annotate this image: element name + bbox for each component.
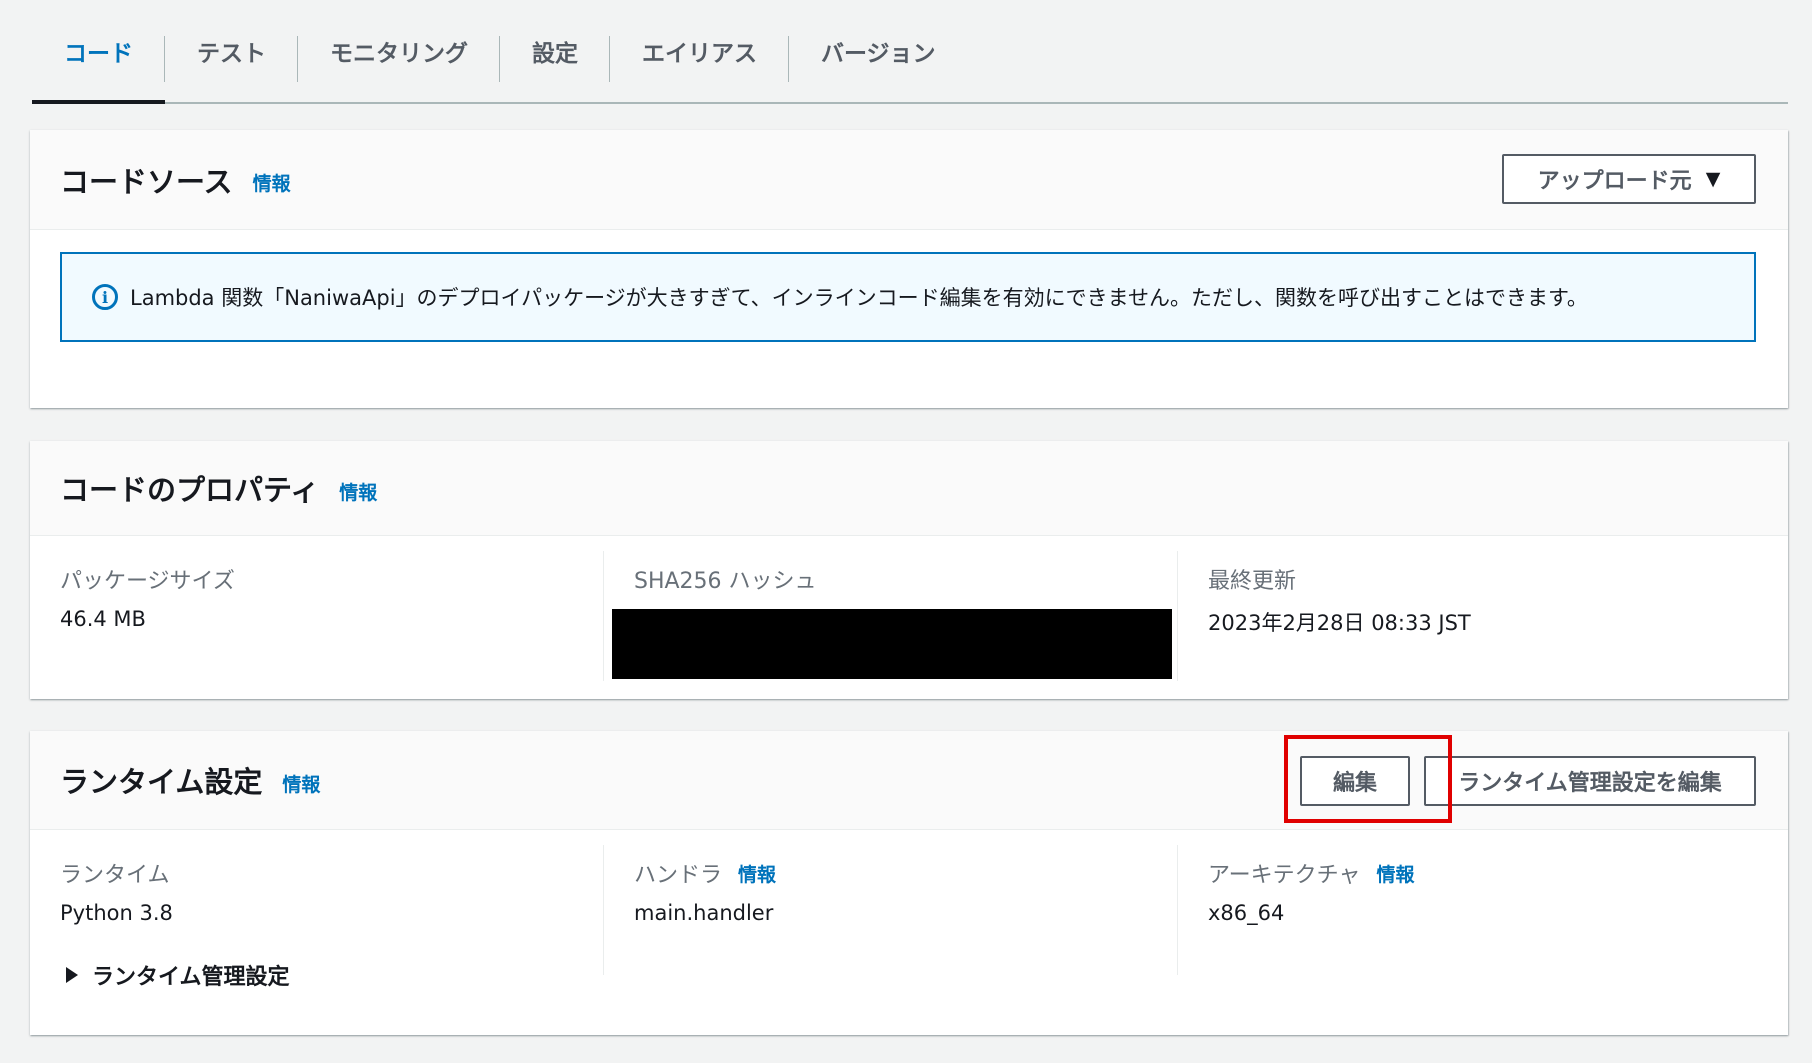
runtime-management-expander[interactable]: ランタイム管理設定 xyxy=(66,959,290,991)
package-size-label: パッケージサイズ xyxy=(60,569,235,594)
code-properties-panel: コードのプロパティ 情報 パッケージサイズ 46.4 MB SHA256 ハッシ… xyxy=(30,441,1788,699)
alert-message: Lambda 関数「NaniwaApi」のデプロイパッケージが大きすぎて、インラ… xyxy=(130,286,1588,310)
runtime-settings-header: ランタイム設定 情報 編集 ランタイム管理設定を編集 xyxy=(30,731,1788,830)
tab-label: 設定 xyxy=(532,41,578,67)
runtime-field: ランタイム Python 3.8 xyxy=(30,845,604,975)
code-properties-fields: パッケージサイズ 46.4 MB SHA256 ハッシュ 最終更新 2023年2… xyxy=(30,551,1788,681)
code-source-info-link[interactable]: 情報 xyxy=(253,169,291,196)
upload-from-button[interactable]: アップロード元 ▼ xyxy=(1502,154,1756,204)
package-size-value: 46.4 MB xyxy=(60,607,146,631)
code-properties-header: コードのプロパティ 情報 xyxy=(30,441,1788,536)
edit-runtime-management-button[interactable]: ランタイム管理設定を編集 xyxy=(1424,756,1756,806)
runtime-value: Python 3.8 xyxy=(60,901,173,925)
last-modified-field: 最終更新 2023年2月28日 08:33 JST xyxy=(1178,551,1752,681)
highlight-box xyxy=(1284,735,1452,823)
code-source-header: コードソース 情報 アップロード元 ▼ xyxy=(30,130,1788,230)
code-properties-title: コードのプロパティ xyxy=(60,473,320,507)
runtime-settings-title: ランタイム設定 xyxy=(60,765,263,799)
tab-aliases[interactable]: エイリアス xyxy=(610,0,789,102)
handler-value: main.handler xyxy=(634,901,774,925)
architecture-info-link[interactable]: 情報 xyxy=(1376,860,1414,887)
tab-label: エイリアス xyxy=(642,41,757,67)
runtime-management-expander-label: ランタイム管理設定 xyxy=(92,965,290,990)
last-modified-value: 2023年2月28日 08:33 JST xyxy=(1208,611,1471,635)
tab-label: モニタリング xyxy=(330,41,468,67)
tab-label: コード xyxy=(64,41,133,67)
code-properties-info-link[interactable]: 情報 xyxy=(339,478,377,505)
code-source-panel: コードソース 情報 アップロード元 ▼ i Lambda 関数「NaniwaAp… xyxy=(30,130,1788,408)
tab-label: バージョン xyxy=(821,41,936,67)
architecture-label-row: アーキテクチャ 情報 xyxy=(1208,857,1752,889)
tab-monitoring[interactable]: モニタリング xyxy=(298,0,500,102)
caret-down-icon: ▼ xyxy=(1705,168,1721,190)
runtime-settings-info-link[interactable]: 情報 xyxy=(282,770,320,797)
architecture-value: x86_64 xyxy=(1208,901,1285,925)
tab-label: テスト xyxy=(197,41,266,67)
edit-runtime-management-label: ランタイム管理設定を編集 xyxy=(1458,771,1722,796)
sha256-label: SHA256 ハッシュ xyxy=(634,569,817,594)
runtime-fields: ランタイム Python 3.8 ハンドラ 情報 main.handler アー… xyxy=(30,845,1788,975)
tab-bar: コード テスト モニタリング 設定 エイリアス バージョン xyxy=(32,0,1788,104)
last-modified-label: 最終更新 xyxy=(1208,569,1297,594)
runtime-label: ランタイム xyxy=(60,863,170,888)
handler-label-row: ハンドラ 情報 xyxy=(634,857,1177,889)
active-tab-indicator xyxy=(32,100,165,104)
redacted-hash-block xyxy=(612,609,1172,679)
sha256-field: SHA256 ハッシュ xyxy=(604,551,1178,681)
handler-label: ハンドラ xyxy=(634,863,723,888)
info-circle-icon: i xyxy=(92,284,118,310)
architecture-label: アーキテクチャ xyxy=(1208,863,1361,888)
caret-right-icon xyxy=(66,967,78,983)
tab-code[interactable]: コード xyxy=(32,0,165,104)
code-source-title: コードソース xyxy=(60,164,233,199)
runtime-settings-panel: ランタイム設定 情報 編集 ランタイム管理設定を編集 ランタイム Python … xyxy=(30,731,1788,1035)
tab-versions[interactable]: バージョン xyxy=(789,0,968,102)
handler-info-link[interactable]: 情報 xyxy=(738,860,776,887)
info-alert: i Lambda 関数「NaniwaApi」のデプロイパッケージが大きすぎて、イ… xyxy=(60,252,1756,342)
package-size-field: パッケージサイズ 46.4 MB xyxy=(30,551,604,681)
handler-field: ハンドラ 情報 main.handler xyxy=(604,845,1178,975)
tab-configuration[interactable]: 設定 xyxy=(500,0,610,102)
tab-test[interactable]: テスト xyxy=(165,0,298,102)
architecture-field: アーキテクチャ 情報 x86_64 xyxy=(1178,845,1752,975)
upload-from-label: アップロード元 xyxy=(1537,169,1692,194)
